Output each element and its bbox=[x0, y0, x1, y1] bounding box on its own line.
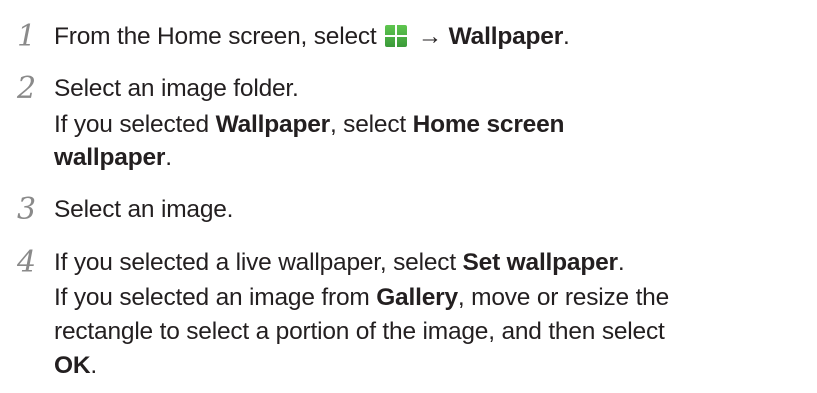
bold-term: Home screen bbox=[412, 111, 565, 138]
text-run: Select an image folder. bbox=[54, 75, 299, 102]
step-number: 1 bbox=[17, 19, 37, 54]
step-text-line: If you selected a live wallpaper, select… bbox=[54, 247, 625, 279]
bold-term: OK bbox=[54, 352, 91, 379]
step-text-line: Select an image. bbox=[54, 194, 233, 226]
text-run: Select an image. bbox=[54, 196, 234, 223]
text-run: . bbox=[165, 144, 172, 171]
step-text-line: From the Home screen, select → Wallpaper… bbox=[54, 21, 570, 53]
step-text-line: Select an image folder. bbox=[54, 73, 299, 105]
text-run: From the Home screen, select bbox=[54, 23, 384, 50]
text-run: . bbox=[90, 352, 97, 379]
text-run: , move or resize the bbox=[457, 284, 670, 311]
text-run: . bbox=[617, 249, 625, 276]
step-text-line: wallpaper. bbox=[54, 142, 172, 174]
step-text-line: If you selected an image from Gallery, m… bbox=[54, 282, 669, 314]
bold-term: wallpaper bbox=[54, 144, 166, 171]
instruction-steps: 1 From the Home screen, select → Wallpap… bbox=[0, 0, 817, 393]
text-run: rectangle to select a portion of the ima… bbox=[54, 318, 665, 345]
bold-term: Set wallpaper bbox=[462, 249, 619, 276]
step-text-line: OK. bbox=[54, 350, 97, 382]
text-run: , select bbox=[329, 111, 413, 138]
text-run: If you selected an image from bbox=[54, 284, 377, 311]
text-run: → bbox=[411, 23, 449, 50]
text-run: . bbox=[563, 23, 570, 50]
step-number: 3 bbox=[17, 192, 37, 227]
bold-term: Wallpaper bbox=[448, 23, 564, 50]
step-number: 2 bbox=[17, 71, 37, 106]
step-number: 4 bbox=[17, 245, 37, 280]
bold-term: Wallpaper bbox=[215, 111, 331, 138]
bold-term: Gallery bbox=[376, 284, 458, 311]
text-run: If you selected a live wallpaper, select bbox=[54, 249, 463, 276]
step-text-line: rectangle to select a portion of the ima… bbox=[54, 316, 665, 348]
plus-grid-icon bbox=[385, 25, 408, 47]
text-run: If you selected bbox=[54, 111, 216, 138]
step-text-line: If you selected Wallpaper, select Home s… bbox=[54, 109, 564, 141]
